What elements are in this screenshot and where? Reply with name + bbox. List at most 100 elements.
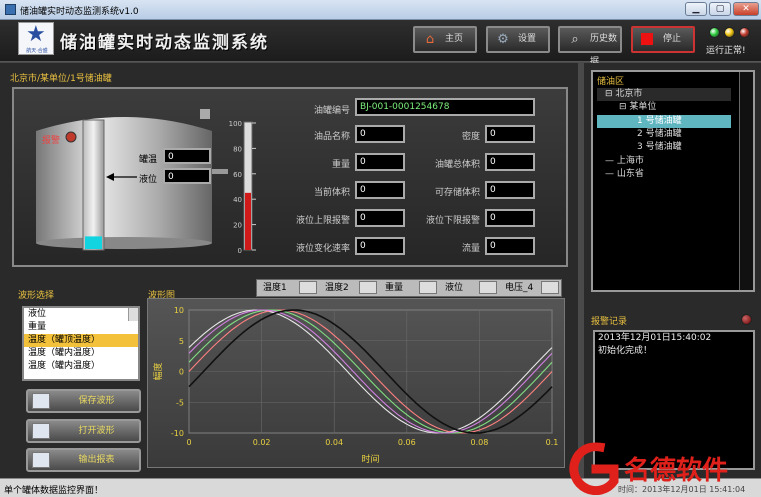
legend-label: 温度2 xyxy=(325,283,349,293)
home-icon: ⌂ xyxy=(425,32,435,47)
wave-option[interactable]: 温度（罐内温度） xyxy=(24,347,138,360)
thermometer-tick-label: 100 xyxy=(229,120,242,128)
printer-icon xyxy=(32,452,50,468)
upper-alarm-field[interactable]: 0 xyxy=(355,209,405,227)
legend-swatch[interactable] xyxy=(541,281,559,294)
tank-temp-field[interactable]: 0 xyxy=(163,148,211,164)
waveform-chart: 0 0.02 0.04 0.06 0.08 0.1 10 5 0 -5 -10 时间 幅度 xyxy=(152,306,558,465)
search-icon: ⌕ xyxy=(571,32,579,47)
alarm-log-title: 报警记录 xyxy=(591,317,628,327)
save-wave-button[interactable]: 保存波形 xyxy=(26,389,141,413)
stop-button[interactable]: 停止 xyxy=(631,26,695,53)
y-tick-label: 5 xyxy=(179,337,184,346)
history-button[interactable]: ⌕ 历史数据 xyxy=(558,26,622,67)
export-report-button[interactable]: 输出报表 xyxy=(26,448,141,472)
x-tick-label: 0.08 xyxy=(470,438,488,447)
tree-item-label: 某单位 xyxy=(629,102,657,113)
alarm-lamp-icon xyxy=(65,131,77,143)
run-status: 运行正常! xyxy=(706,46,746,56)
tree-item[interactable]: — 上海市 xyxy=(597,155,731,168)
home-button[interactable]: ⌂ 主页 xyxy=(413,26,477,53)
tree-item[interactable]: — 山东省 xyxy=(597,168,731,181)
available-volume-label: 可存储体积 xyxy=(434,188,480,198)
tree-branch-icon: — xyxy=(605,168,617,179)
status-text: 单个罐体数据监控界面！ xyxy=(4,486,104,496)
tree-item-label: 山东省 xyxy=(616,168,644,179)
thermometer-tick-label: 40 xyxy=(233,196,242,204)
oil-name-field[interactable]: 0 xyxy=(355,125,405,143)
home-button-label: 主页 xyxy=(445,34,464,44)
watermark-text: 名德软件 xyxy=(624,455,728,486)
wave-select-list[interactable]: 液位 重量 温度（罐顶温度） 温度（罐内温度） 温度（罐内温度） xyxy=(22,306,140,381)
tank-id-label: 油罐编号 xyxy=(313,106,350,116)
stop-icon xyxy=(641,33,653,45)
legend-swatch[interactable] xyxy=(299,281,317,294)
y-tick-label: -10 xyxy=(171,429,184,438)
current-volume-field[interactable]: 0 xyxy=(355,181,405,199)
tree-item[interactable]: 3 号储油罐 xyxy=(597,141,731,154)
level-fill xyxy=(85,236,102,249)
x-axis-label: 时间 xyxy=(361,453,379,465)
legend-label: 液位 xyxy=(445,283,464,293)
level-rate-field[interactable]: 0 xyxy=(355,237,405,255)
tree-item[interactable]: 1 号储油罐 xyxy=(597,114,731,128)
tank-level-field[interactable]: 0 xyxy=(163,168,211,184)
x-tick-label: 0.1 xyxy=(546,438,559,447)
current-volume-label: 当前体积 xyxy=(313,188,350,198)
y-tick-label: -5 xyxy=(176,398,184,407)
alarm-log-lamp-icon xyxy=(741,314,752,325)
tree-expand-icon[interactable]: ⊟ xyxy=(619,102,629,112)
tree-item[interactable]: ⊟ 某单位 xyxy=(597,101,731,114)
thermometer-tick-label: 0 xyxy=(238,247,242,255)
company-logo: ★ 航天·合盛 xyxy=(18,22,54,55)
density-label: 密度 xyxy=(461,132,480,142)
star-icon: ★ xyxy=(26,22,46,47)
chart-axes: 0 0.02 0.04 0.06 0.08 0.1 10 5 0 -5 -10 时间 幅度 xyxy=(152,306,558,465)
open-wave-button[interactable]: 打开波形 xyxy=(26,419,141,443)
save-wave-label: 保存波形 xyxy=(78,396,115,406)
settings-button-label: 设置 xyxy=(518,34,537,44)
app-title: 储油罐实时动态监测系统 xyxy=(60,33,269,53)
tree-item[interactable]: 2 号储油罐 xyxy=(597,128,731,141)
tree-scrollbar[interactable] xyxy=(739,72,753,290)
gear-icon: ⚙ xyxy=(497,32,509,47)
tree-expand-icon[interactable]: ⊟ xyxy=(605,89,615,99)
flow-field[interactable]: 0 xyxy=(485,237,535,255)
legend-swatch[interactable] xyxy=(419,281,437,294)
legend-swatch[interactable] xyxy=(479,281,497,294)
wave-option[interactable]: 液位 xyxy=(24,308,138,321)
window-titlebar: 储油罐实时动态监测系统v1.0 ▁ ▢ ✕ xyxy=(0,0,761,20)
tank-id-field[interactable]: BJ-001-0001254678 xyxy=(355,98,535,116)
tree-item-label: 上海市 xyxy=(616,155,644,166)
tank-level-label: 液位 xyxy=(139,175,158,185)
close-button[interactable]: ✕ xyxy=(733,2,759,16)
legend-label: 重量 xyxy=(385,283,404,293)
x-tick-label: 0 xyxy=(186,438,191,447)
wave-list-scrollbar[interactable] xyxy=(128,308,138,321)
total-volume-field[interactable]: 0 xyxy=(485,153,535,171)
total-volume-label: 油罐总体积 xyxy=(434,160,480,170)
alarm-log-line: 2013年12月01日15:40:02 xyxy=(598,333,712,343)
y-tick-label: 0 xyxy=(179,368,184,377)
wave-option[interactable]: 温度（罐内温度） xyxy=(24,360,138,373)
available-volume-field[interactable]: 0 xyxy=(485,181,535,199)
tree-item[interactable]: ⊟ 北京市 xyxy=(597,88,731,101)
legend-swatch[interactable] xyxy=(359,281,377,294)
maximize-button[interactable]: ▢ xyxy=(709,2,731,16)
tree-item-label: 3 号储油罐 xyxy=(637,142,682,153)
storage-tree: 储油区 ⊟ 北京市 ⊟ 某单位 1 号储油罐 2 号储油罐 3 号储油罐 — 上海市 — 山… xyxy=(591,70,755,292)
tree-item-label: 2 号储油罐 xyxy=(637,128,682,139)
thermometer: 100 80 60 40 20 0 xyxy=(229,120,256,255)
tree-item-label: 1 号储油罐 xyxy=(637,115,682,126)
watermark-logo: 名德软件 xyxy=(569,442,728,495)
minimize-button[interactable]: ▁ xyxy=(685,2,707,16)
lower-alarm-field[interactable]: 0 xyxy=(485,209,535,227)
density-field[interactable]: 0 xyxy=(485,125,535,143)
weight-field[interactable]: 0 xyxy=(355,153,405,171)
wave-option-selected[interactable]: 温度（罐顶温度） xyxy=(24,334,138,347)
level-gauge xyxy=(82,119,105,251)
tree-title: 储油区 xyxy=(597,77,625,87)
thermometer-tick-label: 60 xyxy=(233,171,242,179)
settings-button[interactable]: ⚙ 设置 xyxy=(486,26,550,53)
wave-option[interactable]: 重量 xyxy=(24,321,138,334)
